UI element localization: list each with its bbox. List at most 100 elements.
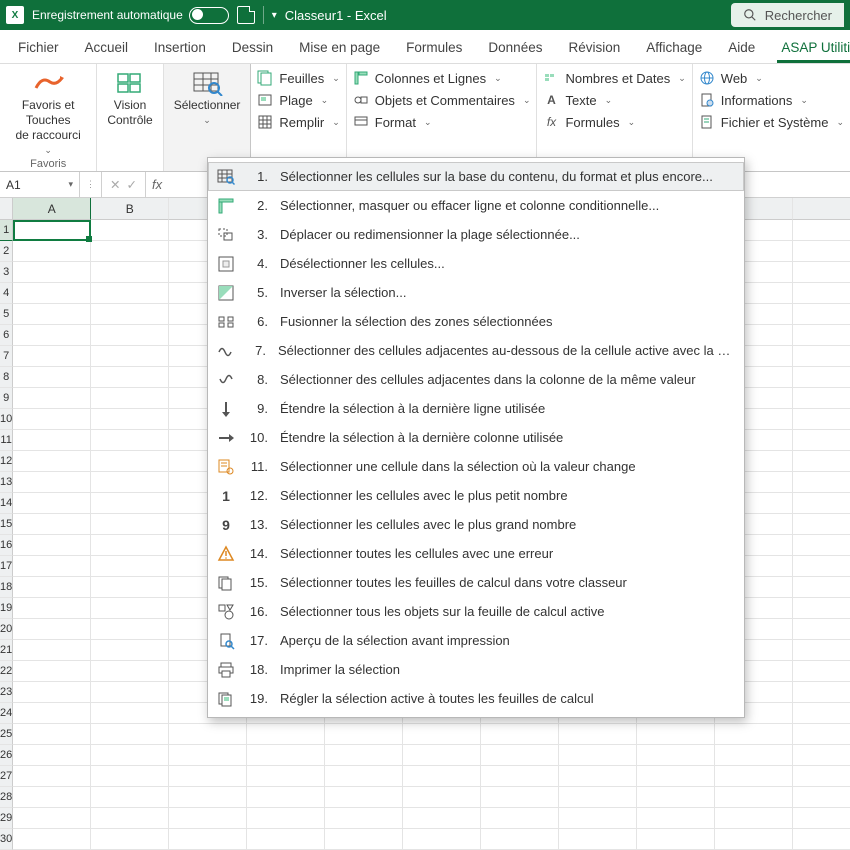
cell[interactable]	[637, 766, 715, 787]
cell[interactable]	[793, 535, 850, 556]
cell[interactable]	[13, 808, 91, 829]
cell[interactable]	[91, 220, 169, 241]
cell[interactable]	[169, 829, 247, 850]
cell[interactable]	[91, 577, 169, 598]
confirm-icon[interactable]: ✓	[126, 177, 136, 192]
row-header[interactable]: 29	[0, 808, 13, 829]
menu-item-11[interactable]: 11.Sélectionner une cellule dans la séle…	[208, 452, 744, 481]
menu-item-16[interactable]: 16.Sélectionner tous les objets sur la f…	[208, 597, 744, 626]
qat-dropdown-icon[interactable]: ▾	[272, 10, 277, 21]
col-header[interactable]	[793, 198, 850, 220]
cell[interactable]	[169, 745, 247, 766]
cell[interactable]	[13, 766, 91, 787]
menu-item-14[interactable]: 14.Sélectionner toutes les cellules avec…	[208, 539, 744, 568]
cell[interactable]	[793, 598, 850, 619]
cell[interactable]	[13, 661, 91, 682]
tab-accueil[interactable]: Accueil	[81, 34, 133, 63]
cell[interactable]	[559, 808, 637, 829]
row-header[interactable]: 14	[0, 493, 13, 514]
cell[interactable]	[169, 766, 247, 787]
ribbon-formules[interactable]: fxFormules⌄	[543, 114, 685, 130]
row-header[interactable]: 1	[0, 220, 13, 241]
row-header[interactable]: 10	[0, 409, 13, 430]
cell[interactable]	[169, 808, 247, 829]
cell[interactable]	[91, 535, 169, 556]
cell[interactable]	[325, 745, 403, 766]
cell[interactable]	[793, 829, 850, 850]
cell[interactable]	[793, 661, 850, 682]
cell[interactable]	[91, 409, 169, 430]
cell[interactable]	[91, 430, 169, 451]
cell[interactable]	[637, 745, 715, 766]
cell[interactable]	[325, 766, 403, 787]
cell[interactable]	[793, 745, 850, 766]
cell[interactable]	[91, 682, 169, 703]
chevron-down-icon[interactable]: ▾	[68, 179, 73, 190]
select-all-corner[interactable]	[0, 198, 13, 220]
menu-item-6[interactable]: 6.Fusionner la sélection des zones sélec…	[208, 307, 744, 336]
cell[interactable]	[793, 640, 850, 661]
cell[interactable]	[715, 808, 793, 829]
cell[interactable]	[247, 808, 325, 829]
cell[interactable]	[91, 808, 169, 829]
cell[interactable]	[481, 766, 559, 787]
row-header[interactable]: 30	[0, 829, 13, 850]
tab-fichier[interactable]: Fichier	[14, 34, 63, 63]
ribbon-colonnes-lignes[interactable]: Colonnes et Lignes⌄	[353, 70, 531, 86]
toggle-off-icon[interactable]	[189, 7, 229, 24]
cell[interactable]	[793, 808, 850, 829]
cell[interactable]	[793, 304, 850, 325]
cancel-icon[interactable]: ✕	[110, 177, 120, 192]
cell[interactable]	[91, 598, 169, 619]
cell[interactable]	[13, 619, 91, 640]
cell[interactable]	[637, 787, 715, 808]
cell[interactable]	[481, 724, 559, 745]
cell[interactable]	[91, 640, 169, 661]
row-header[interactable]: 28	[0, 787, 13, 808]
name-box[interactable]: A1 ▾	[0, 172, 80, 197]
ribbon-select[interactable]: Sélectionner ⌄	[164, 64, 252, 171]
menu-item-4[interactable]: 4.Désélectionner les cellules...	[208, 249, 744, 278]
cell[interactable]	[13, 829, 91, 850]
row-header[interactable]: 12	[0, 451, 13, 472]
menu-item-8[interactable]: 8.Sélectionner des cellules adjacentes d…	[208, 365, 744, 394]
menu-item-9[interactable]: 9.Étendre la sélection à la dernière lig…	[208, 394, 744, 423]
cell[interactable]	[793, 409, 850, 430]
cell[interactable]	[247, 829, 325, 850]
cell[interactable]	[481, 829, 559, 850]
ribbon-texte[interactable]: ATexte⌄	[543, 92, 685, 108]
cell[interactable]	[91, 619, 169, 640]
ribbon-objets[interactable]: Objets et Commentaires⌄	[353, 92, 531, 108]
cell[interactable]	[91, 556, 169, 577]
cell[interactable]	[325, 829, 403, 850]
cell[interactable]	[403, 724, 481, 745]
cell[interactable]	[793, 220, 850, 241]
cell[interactable]	[13, 346, 91, 367]
ribbon-informations[interactable]: Informations⌄	[699, 92, 844, 108]
cell[interactable]	[91, 745, 169, 766]
cell[interactable]	[793, 619, 850, 640]
row-header[interactable]: 15	[0, 514, 13, 535]
row-header[interactable]: 4	[0, 283, 13, 304]
cell[interactable]	[793, 787, 850, 808]
cell[interactable]	[559, 829, 637, 850]
cell[interactable]	[91, 661, 169, 682]
row-header[interactable]: 9	[0, 388, 13, 409]
tab-affichage[interactable]: Affichage	[642, 34, 706, 63]
cell[interactable]	[13, 388, 91, 409]
cell[interactable]	[91, 703, 169, 724]
row-header[interactable]: 19	[0, 598, 13, 619]
row-header[interactable]: 7	[0, 346, 13, 367]
menu-item-7[interactable]: 7.Sélectionner des cellules adjacentes a…	[208, 336, 744, 365]
cell[interactable]	[91, 325, 169, 346]
cell[interactable]	[481, 808, 559, 829]
tab-mise-en-page[interactable]: Mise en page	[295, 34, 384, 63]
cell[interactable]	[13, 409, 91, 430]
row-header[interactable]: 13	[0, 472, 13, 493]
row-header[interactable]: 17	[0, 556, 13, 577]
cell[interactable]	[325, 724, 403, 745]
cell[interactable]	[91, 724, 169, 745]
ribbon-format[interactable]: Format⌄	[353, 114, 531, 130]
cell[interactable]	[247, 745, 325, 766]
menu-item-15[interactable]: 15.Sélectionner toutes les feuilles de c…	[208, 568, 744, 597]
